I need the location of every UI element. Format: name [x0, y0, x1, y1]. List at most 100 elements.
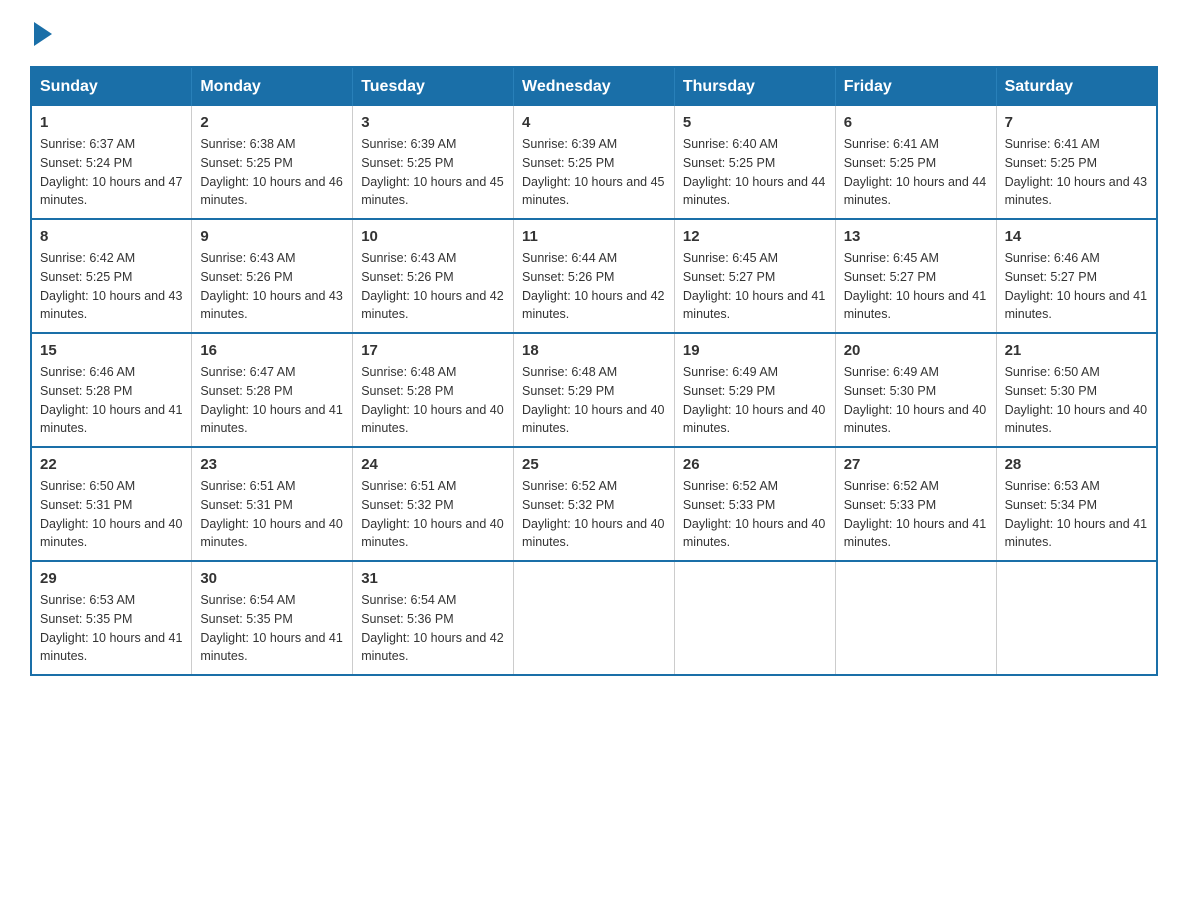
- calendar-day-cell: 26 Sunrise: 6:52 AM Sunset: 5:33 PM Dayl…: [674, 447, 835, 561]
- day-info: Sunrise: 6:38 AM Sunset: 5:25 PM Dayligh…: [200, 135, 344, 210]
- calendar-day-cell: 30 Sunrise: 6:54 AM Sunset: 5:35 PM Dayl…: [192, 561, 353, 675]
- calendar-day-cell: 13 Sunrise: 6:45 AM Sunset: 5:27 PM Dayl…: [835, 219, 996, 333]
- day-number: 4: [522, 114, 666, 131]
- day-number: 15: [40, 342, 183, 359]
- day-number: 30: [200, 570, 344, 587]
- calendar-week-row: 8 Sunrise: 6:42 AM Sunset: 5:25 PM Dayli…: [31, 219, 1157, 333]
- day-number: 9: [200, 228, 344, 245]
- empty-cell: [835, 561, 996, 675]
- day-number: 24: [361, 456, 505, 473]
- calendar-day-cell: 21 Sunrise: 6:50 AM Sunset: 5:30 PM Dayl…: [996, 333, 1157, 447]
- empty-cell: [996, 561, 1157, 675]
- day-number: 6: [844, 114, 988, 131]
- day-number: 28: [1005, 456, 1148, 473]
- day-info: Sunrise: 6:37 AM Sunset: 5:24 PM Dayligh…: [40, 135, 183, 210]
- calendar-week-row: 29 Sunrise: 6:53 AM Sunset: 5:35 PM Dayl…: [31, 561, 1157, 675]
- calendar-day-cell: 7 Sunrise: 6:41 AM Sunset: 5:25 PM Dayli…: [996, 106, 1157, 219]
- header-tuesday: Tuesday: [353, 67, 514, 106]
- day-info: Sunrise: 6:50 AM Sunset: 5:31 PM Dayligh…: [40, 477, 183, 552]
- day-info: Sunrise: 6:54 AM Sunset: 5:35 PM Dayligh…: [200, 591, 344, 666]
- day-number: 17: [361, 342, 505, 359]
- day-number: 23: [200, 456, 344, 473]
- calendar-day-cell: 14 Sunrise: 6:46 AM Sunset: 5:27 PM Dayl…: [996, 219, 1157, 333]
- calendar-day-cell: 22 Sunrise: 6:50 AM Sunset: 5:31 PM Dayl…: [31, 447, 192, 561]
- calendar-day-cell: 15 Sunrise: 6:46 AM Sunset: 5:28 PM Dayl…: [31, 333, 192, 447]
- calendar-header-row: SundayMondayTuesdayWednesdayThursdayFrid…: [31, 67, 1157, 106]
- day-number: 21: [1005, 342, 1148, 359]
- day-info: Sunrise: 6:43 AM Sunset: 5:26 PM Dayligh…: [200, 249, 344, 324]
- day-number: 19: [683, 342, 827, 359]
- day-info: Sunrise: 6:51 AM Sunset: 5:31 PM Dayligh…: [200, 477, 344, 552]
- day-number: 22: [40, 456, 183, 473]
- day-info: Sunrise: 6:49 AM Sunset: 5:29 PM Dayligh…: [683, 363, 827, 438]
- day-info: Sunrise: 6:51 AM Sunset: 5:32 PM Dayligh…: [361, 477, 505, 552]
- day-info: Sunrise: 6:41 AM Sunset: 5:25 PM Dayligh…: [1005, 135, 1148, 210]
- calendar-day-cell: 16 Sunrise: 6:47 AM Sunset: 5:28 PM Dayl…: [192, 333, 353, 447]
- day-info: Sunrise: 6:52 AM Sunset: 5:33 PM Dayligh…: [844, 477, 988, 552]
- day-info: Sunrise: 6:39 AM Sunset: 5:25 PM Dayligh…: [361, 135, 505, 210]
- day-number: 10: [361, 228, 505, 245]
- day-info: Sunrise: 6:45 AM Sunset: 5:27 PM Dayligh…: [844, 249, 988, 324]
- calendar-day-cell: 17 Sunrise: 6:48 AM Sunset: 5:28 PM Dayl…: [353, 333, 514, 447]
- day-number: 20: [844, 342, 988, 359]
- day-info: Sunrise: 6:44 AM Sunset: 5:26 PM Dayligh…: [522, 249, 666, 324]
- calendar-day-cell: 28 Sunrise: 6:53 AM Sunset: 5:34 PM Dayl…: [996, 447, 1157, 561]
- calendar-day-cell: 24 Sunrise: 6:51 AM Sunset: 5:32 PM Dayl…: [353, 447, 514, 561]
- day-number: 12: [683, 228, 827, 245]
- day-number: 18: [522, 342, 666, 359]
- header-sunday: Sunday: [31, 67, 192, 106]
- day-info: Sunrise: 6:53 AM Sunset: 5:34 PM Dayligh…: [1005, 477, 1148, 552]
- calendar-day-cell: 12 Sunrise: 6:45 AM Sunset: 5:27 PM Dayl…: [674, 219, 835, 333]
- header-wednesday: Wednesday: [514, 67, 675, 106]
- calendar-day-cell: 1 Sunrise: 6:37 AM Sunset: 5:24 PM Dayli…: [31, 106, 192, 219]
- day-number: 25: [522, 456, 666, 473]
- calendar-week-row: 15 Sunrise: 6:46 AM Sunset: 5:28 PM Dayl…: [31, 333, 1157, 447]
- day-number: 3: [361, 114, 505, 131]
- day-info: Sunrise: 6:48 AM Sunset: 5:28 PM Dayligh…: [361, 363, 505, 438]
- day-info: Sunrise: 6:41 AM Sunset: 5:25 PM Dayligh…: [844, 135, 988, 210]
- day-number: 14: [1005, 228, 1148, 245]
- empty-cell: [674, 561, 835, 675]
- logo-arrow-icon: [34, 22, 52, 46]
- header-monday: Monday: [192, 67, 353, 106]
- header-thursday: Thursday: [674, 67, 835, 106]
- day-number: 13: [844, 228, 988, 245]
- calendar-day-cell: 3 Sunrise: 6:39 AM Sunset: 5:25 PM Dayli…: [353, 106, 514, 219]
- day-number: 16: [200, 342, 344, 359]
- day-info: Sunrise: 6:43 AM Sunset: 5:26 PM Dayligh…: [361, 249, 505, 324]
- day-info: Sunrise: 6:52 AM Sunset: 5:33 PM Dayligh…: [683, 477, 827, 552]
- day-number: 7: [1005, 114, 1148, 131]
- calendar-week-row: 22 Sunrise: 6:50 AM Sunset: 5:31 PM Dayl…: [31, 447, 1157, 561]
- calendar-day-cell: 9 Sunrise: 6:43 AM Sunset: 5:26 PM Dayli…: [192, 219, 353, 333]
- header-friday: Friday: [835, 67, 996, 106]
- day-number: 31: [361, 570, 505, 587]
- calendar-day-cell: 11 Sunrise: 6:44 AM Sunset: 5:26 PM Dayl…: [514, 219, 675, 333]
- day-info: Sunrise: 6:54 AM Sunset: 5:36 PM Dayligh…: [361, 591, 505, 666]
- day-number: 8: [40, 228, 183, 245]
- calendar-day-cell: 29 Sunrise: 6:53 AM Sunset: 5:35 PM Dayl…: [31, 561, 192, 675]
- day-info: Sunrise: 6:50 AM Sunset: 5:30 PM Dayligh…: [1005, 363, 1148, 438]
- day-info: Sunrise: 6:45 AM Sunset: 5:27 PM Dayligh…: [683, 249, 827, 324]
- calendar-day-cell: 4 Sunrise: 6:39 AM Sunset: 5:25 PM Dayli…: [514, 106, 675, 219]
- calendar-table: SundayMondayTuesdayWednesdayThursdayFrid…: [30, 66, 1158, 676]
- day-info: Sunrise: 6:40 AM Sunset: 5:25 PM Dayligh…: [683, 135, 827, 210]
- calendar-day-cell: 2 Sunrise: 6:38 AM Sunset: 5:25 PM Dayli…: [192, 106, 353, 219]
- day-info: Sunrise: 6:53 AM Sunset: 5:35 PM Dayligh…: [40, 591, 183, 666]
- calendar-day-cell: 10 Sunrise: 6:43 AM Sunset: 5:26 PM Dayl…: [353, 219, 514, 333]
- day-number: 11: [522, 228, 666, 245]
- day-info: Sunrise: 6:46 AM Sunset: 5:28 PM Dayligh…: [40, 363, 183, 438]
- page-header: [30, 20, 1158, 46]
- header-saturday: Saturday: [996, 67, 1157, 106]
- day-info: Sunrise: 6:47 AM Sunset: 5:28 PM Dayligh…: [200, 363, 344, 438]
- calendar-day-cell: 25 Sunrise: 6:52 AM Sunset: 5:32 PM Dayl…: [514, 447, 675, 561]
- calendar-week-row: 1 Sunrise: 6:37 AM Sunset: 5:24 PM Dayli…: [31, 106, 1157, 219]
- day-info: Sunrise: 6:49 AM Sunset: 5:30 PM Dayligh…: [844, 363, 988, 438]
- day-number: 27: [844, 456, 988, 473]
- day-number: 26: [683, 456, 827, 473]
- day-number: 5: [683, 114, 827, 131]
- calendar-day-cell: 27 Sunrise: 6:52 AM Sunset: 5:33 PM Dayl…: [835, 447, 996, 561]
- calendar-day-cell: 8 Sunrise: 6:42 AM Sunset: 5:25 PM Dayli…: [31, 219, 192, 333]
- day-number: 2: [200, 114, 344, 131]
- calendar-day-cell: 5 Sunrise: 6:40 AM Sunset: 5:25 PM Dayli…: [674, 106, 835, 219]
- calendar-day-cell: 31 Sunrise: 6:54 AM Sunset: 5:36 PM Dayl…: [353, 561, 514, 675]
